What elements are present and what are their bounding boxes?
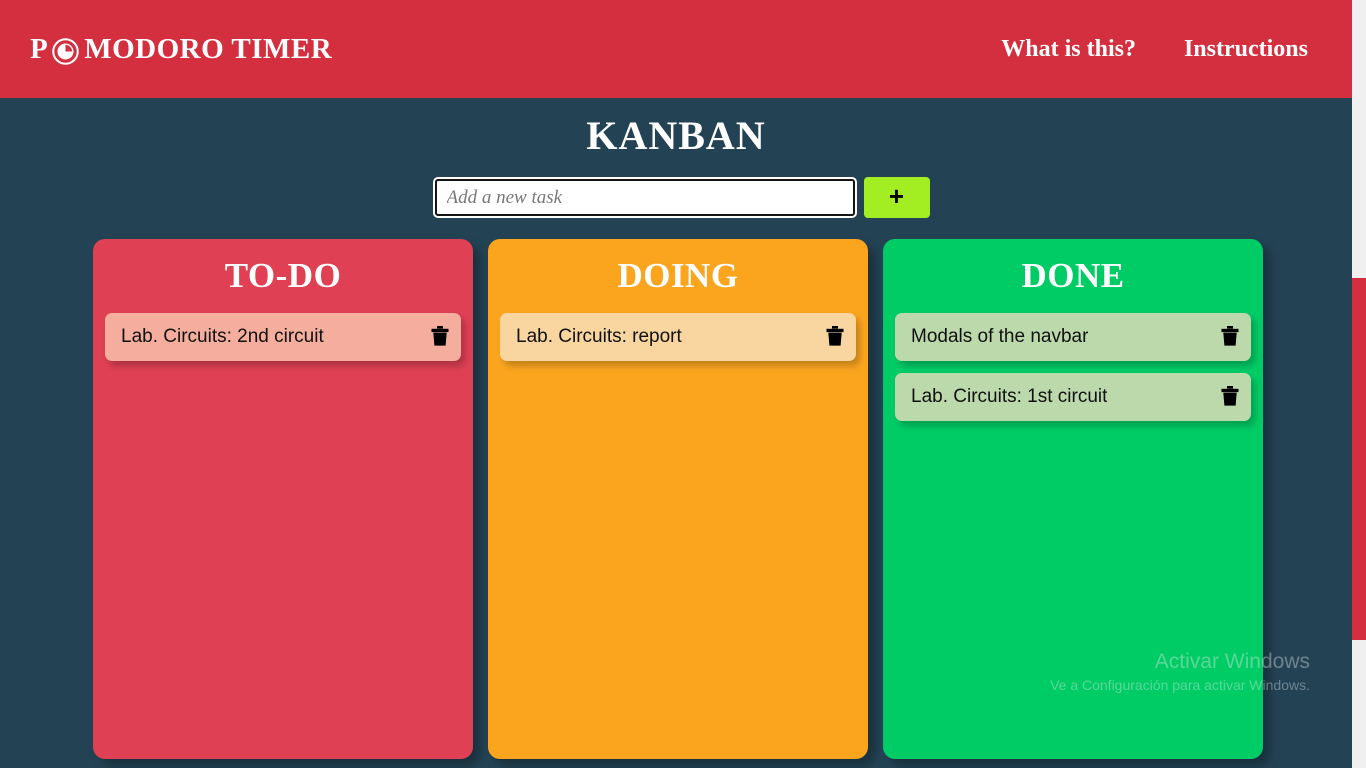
column-todo[interactable]: TO-DO Lab. Circuits: 2nd circuit <box>93 239 473 759</box>
scrollbar-thumb[interactable] <box>1352 278 1366 640</box>
brand-text: MODORO TIMER <box>84 32 333 65</box>
brand-logo[interactable]: P MODORO TIMER <box>30 32 333 65</box>
page-title: KANBAN <box>586 113 766 158</box>
task-card-text: Lab. Circuits: 1st circuit <box>911 385 1108 407</box>
task-card-text: Lab. Circuits: report <box>516 325 682 347</box>
task-card[interactable]: Lab. Circuits: 2nd circuit <box>105 312 461 361</box>
new-task-input[interactable] <box>434 179 855 216</box>
task-card-text: Lab. Circuits: 2nd circuit <box>121 325 324 347</box>
trash-icon[interactable] <box>431 326 449 347</box>
column-title-todo: TO-DO <box>224 256 342 295</box>
column-title-doing: DOING <box>617 256 739 295</box>
nav-link-instructions[interactable]: Instructions <box>1184 36 1308 63</box>
column-title-done: DONE <box>1021 256 1125 295</box>
page-scrollbar[interactable] <box>1352 0 1366 768</box>
add-task-button[interactable]: + <box>863 177 930 218</box>
task-card-text: Modals of the navbar <box>911 325 1089 347</box>
kanban-board: TO-DO Lab. Circuits: 2nd circuit DOING L… <box>0 239 1352 759</box>
main-content: KANBAN + TO-DO Lab. Circuits: 2nd circui… <box>0 98 1352 759</box>
clock-icon <box>52 37 79 65</box>
column-doing[interactable]: DOING Lab. Circuits: report <box>488 239 868 759</box>
nav-link-what-is-this[interactable]: What is this? <box>1001 36 1136 63</box>
brand-letter-p: P <box>30 32 49 65</box>
nav-links: What is this? Instructions <box>1001 36 1320 63</box>
task-card[interactable]: Lab. Circuits: report <box>500 312 856 361</box>
task-card[interactable]: Lab. Circuits: 1st circuit <box>895 372 1251 421</box>
task-card[interactable]: Modals of the navbar <box>895 312 1251 361</box>
navbar: P MODORO TIMER What is this? Instruction… <box>0 0 1352 98</box>
add-task-form: + <box>0 177 1352 218</box>
trash-icon[interactable] <box>826 326 844 347</box>
trash-icon[interactable] <box>1221 326 1239 347</box>
page-root: P MODORO TIMER What is this? Instruction… <box>0 0 1352 768</box>
column-done[interactable]: DONE Modals of the navbar Lab. Circuits:… <box>883 239 1263 759</box>
trash-icon[interactable] <box>1221 386 1239 407</box>
